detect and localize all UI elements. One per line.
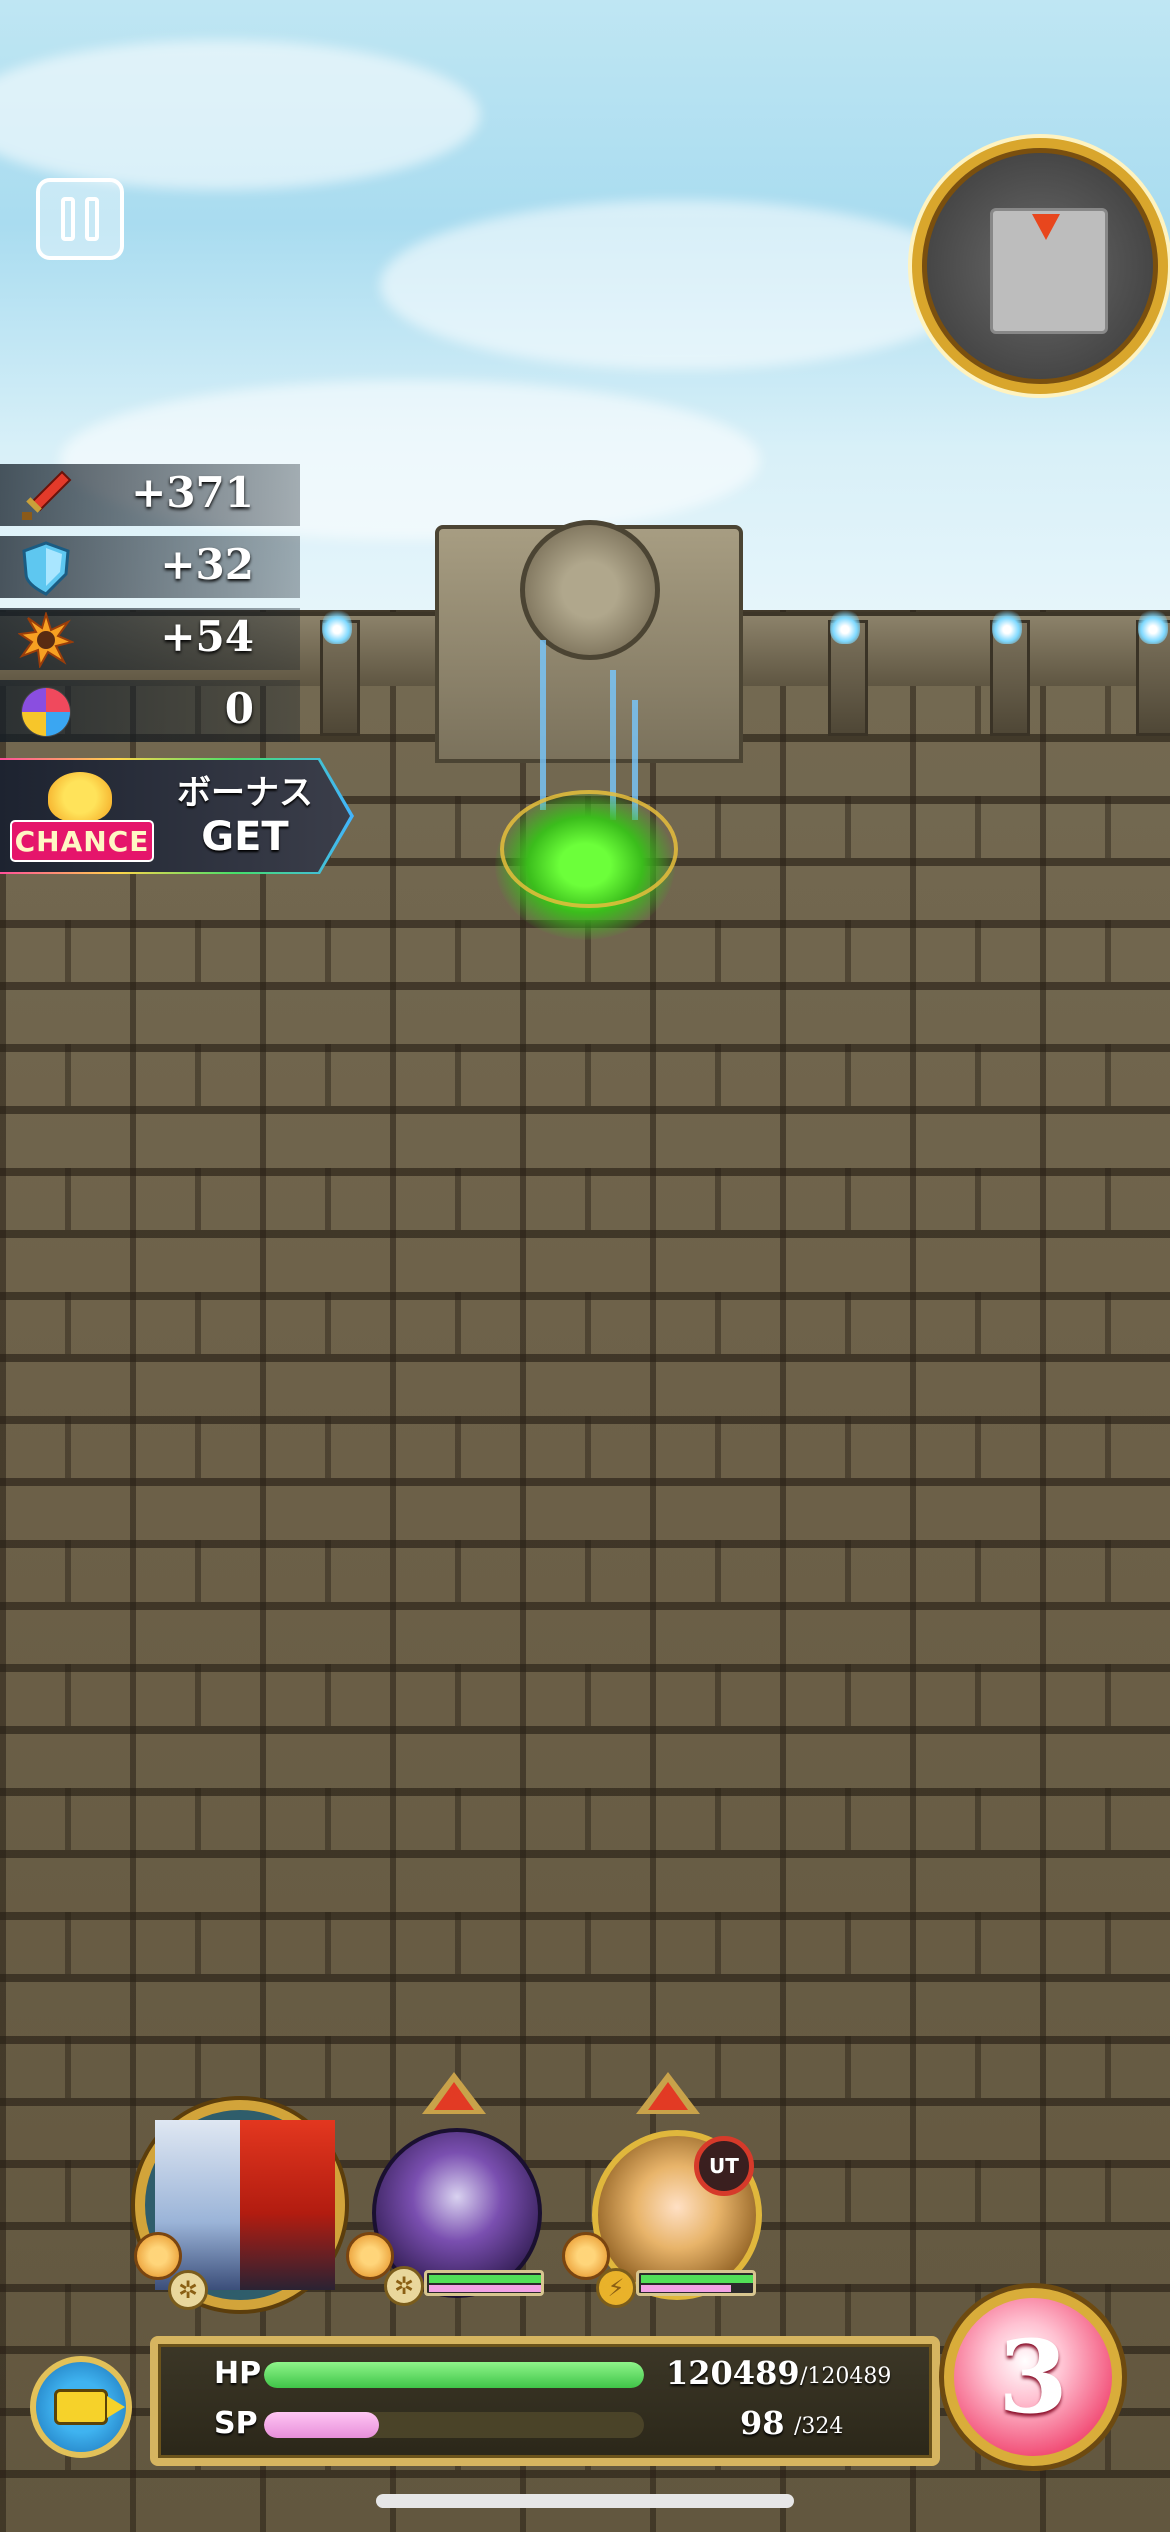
hp-max: /120489 <box>800 2364 892 2389</box>
stat-attack: +371 <box>0 464 300 526</box>
hp-bar-fill <box>264 2362 644 2388</box>
shield-icon <box>22 541 70 596</box>
chance-label: CHANCE <box>10 820 154 862</box>
stat-special: +54 <box>0 608 300 670</box>
hp-bar <box>264 2362 644 2388</box>
member2-lightning-icon: ⚡ <box>596 2268 636 2308</box>
member1-element-icon: ✲ <box>384 2266 424 2306</box>
chance-mascot-icon <box>48 772 112 822</box>
video-camera-icon <box>54 2389 125 2425</box>
burst-icon <box>18 612 74 668</box>
member2-status-bar <box>636 2270 756 2296</box>
blue-flame-icon <box>992 608 1022 644</box>
hp-label: HP <box>214 2356 262 2391</box>
sword-icon <box>22 470 72 520</box>
minimap[interactable] <box>912 138 1168 394</box>
home-indicator[interactable] <box>376 2494 794 2508</box>
pause-icon <box>61 197 75 241</box>
stat-orbs: 0 <box>0 680 300 742</box>
blue-flame-icon <box>322 608 352 644</box>
player-marker-icon <box>1032 214 1060 240</box>
leader-character-right <box>240 2120 335 2290</box>
orb-icon <box>21 687 71 737</box>
leader-skill-icon <box>134 2232 182 2280</box>
status-panel <box>150 2336 940 2466</box>
blue-flame-icon <box>1138 608 1168 644</box>
sp-max: /324 <box>794 2414 844 2439</box>
turn-counter[interactable]: 3 <box>944 2288 1122 2466</box>
bonus-get-text: ボーナス GET <box>177 773 313 860</box>
member1-status-bar <box>424 2270 544 2296</box>
player-aura <box>500 790 678 908</box>
leader-portrait[interactable] <box>135 2100 345 2310</box>
stat-defense: +32 <box>0 536 300 598</box>
gate-emblem <box>520 520 660 660</box>
sp-label: SP <box>214 2406 258 2441</box>
hp-current: 120489 <box>666 2354 800 2392</box>
sp-current: 98 <box>740 2404 785 2442</box>
pause-button[interactable] <box>36 178 124 260</box>
blue-flame-icon <box>830 608 860 644</box>
ut-badge: UT <box>694 2136 754 2196</box>
sp-bar <box>264 2412 644 2438</box>
camera-button[interactable] <box>30 2356 132 2458</box>
sp-bar-fill <box>264 2412 379 2438</box>
member1-skill-icon <box>346 2232 394 2280</box>
leader-element-icon: ✲ <box>168 2270 208 2310</box>
